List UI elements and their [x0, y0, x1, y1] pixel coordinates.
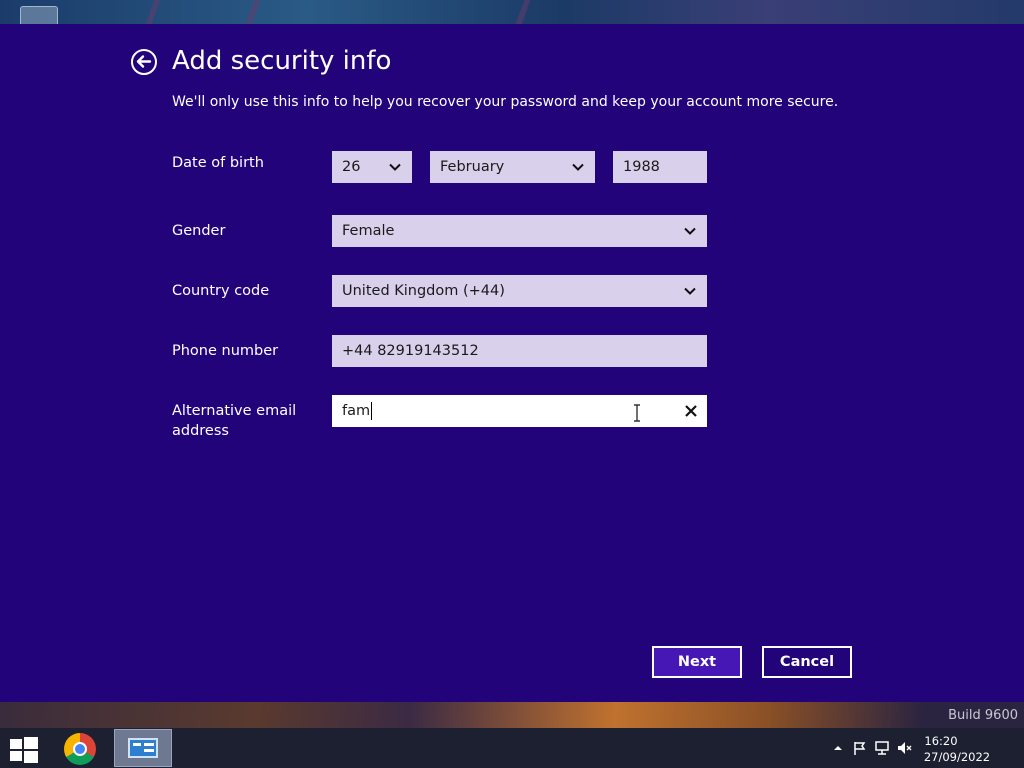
- flag-icon[interactable]: [852, 740, 868, 756]
- gender-value: Female: [342, 223, 395, 239]
- chrome-icon[interactable]: [64, 733, 96, 765]
- recycle-bin-icon[interactable]: [20, 6, 58, 24]
- dob-month-select[interactable]: February: [430, 151, 595, 183]
- country-code-label: Country code: [172, 283, 270, 299]
- clear-x-icon[interactable]: [683, 403, 699, 419]
- phone-number-value: +44 82919143512: [342, 343, 479, 359]
- system-tray: 16:20 27/09/2022: [810, 728, 1010, 768]
- wallpaper-streak: [145, 0, 161, 24]
- tray-up-arrow-icon[interactable]: [830, 740, 846, 756]
- build-watermark: Build 9600: [948, 708, 1018, 723]
- country-code-value: United Kingdom (+44): [342, 283, 505, 299]
- dob-year-input[interactable]: 1988: [613, 151, 707, 183]
- wallpaper-streak: [245, 0, 261, 24]
- page-title: Add security info: [172, 46, 392, 76]
- chevron-down-icon: [684, 227, 696, 235]
- dob-label: Date of birth: [172, 155, 264, 171]
- dob-year-value: 1988: [623, 159, 660, 175]
- security-info-dialog: Add security info We'll only use this in…: [0, 24, 1024, 702]
- text-caret: [371, 402, 373, 420]
- back-button[interactable]: [131, 49, 157, 75]
- clock-date[interactable]: 27/09/2022: [922, 750, 992, 764]
- page-subtitle: We'll only use this info to help you rec…: [172, 94, 839, 110]
- phone-number-input[interactable]: +44 82919143512: [332, 335, 707, 367]
- gender-label: Gender: [172, 223, 226, 239]
- gender-select[interactable]: Female: [332, 215, 707, 247]
- cancel-button[interactable]: Cancel: [762, 646, 852, 678]
- back-arrow-icon: [136, 55, 152, 68]
- desktop-background-top: [0, 0, 1024, 24]
- windows-start-icon[interactable]: [10, 737, 38, 763]
- desktop-background-bottom: Build 9600: [0, 702, 1024, 728]
- chevron-down-icon: [389, 163, 401, 171]
- network-icon[interactable]: [874, 740, 890, 756]
- taskbar: 16:20 27/09/2022: [0, 728, 1024, 768]
- wallpaper-streak: [515, 0, 531, 24]
- dob-day-value: 26: [342, 159, 361, 175]
- chevron-down-icon: [684, 287, 696, 295]
- control-panel-icon[interactable]: [114, 729, 172, 767]
- alt-email-value: fam: [342, 403, 371, 419]
- phone-number-label: Phone number: [172, 343, 279, 359]
- next-button[interactable]: Next: [652, 646, 742, 678]
- clock-time[interactable]: 16:20: [906, 734, 976, 748]
- alt-email-label: Alternative email address: [172, 403, 297, 439]
- dob-day-select[interactable]: 26: [332, 151, 412, 183]
- alt-email-input[interactable]: fam: [332, 395, 707, 427]
- dob-month-value: February: [440, 159, 505, 175]
- text-cursor-icon: [634, 404, 640, 422]
- country-code-select[interactable]: United Kingdom (+44): [332, 275, 707, 307]
- chevron-down-icon: [572, 163, 584, 171]
